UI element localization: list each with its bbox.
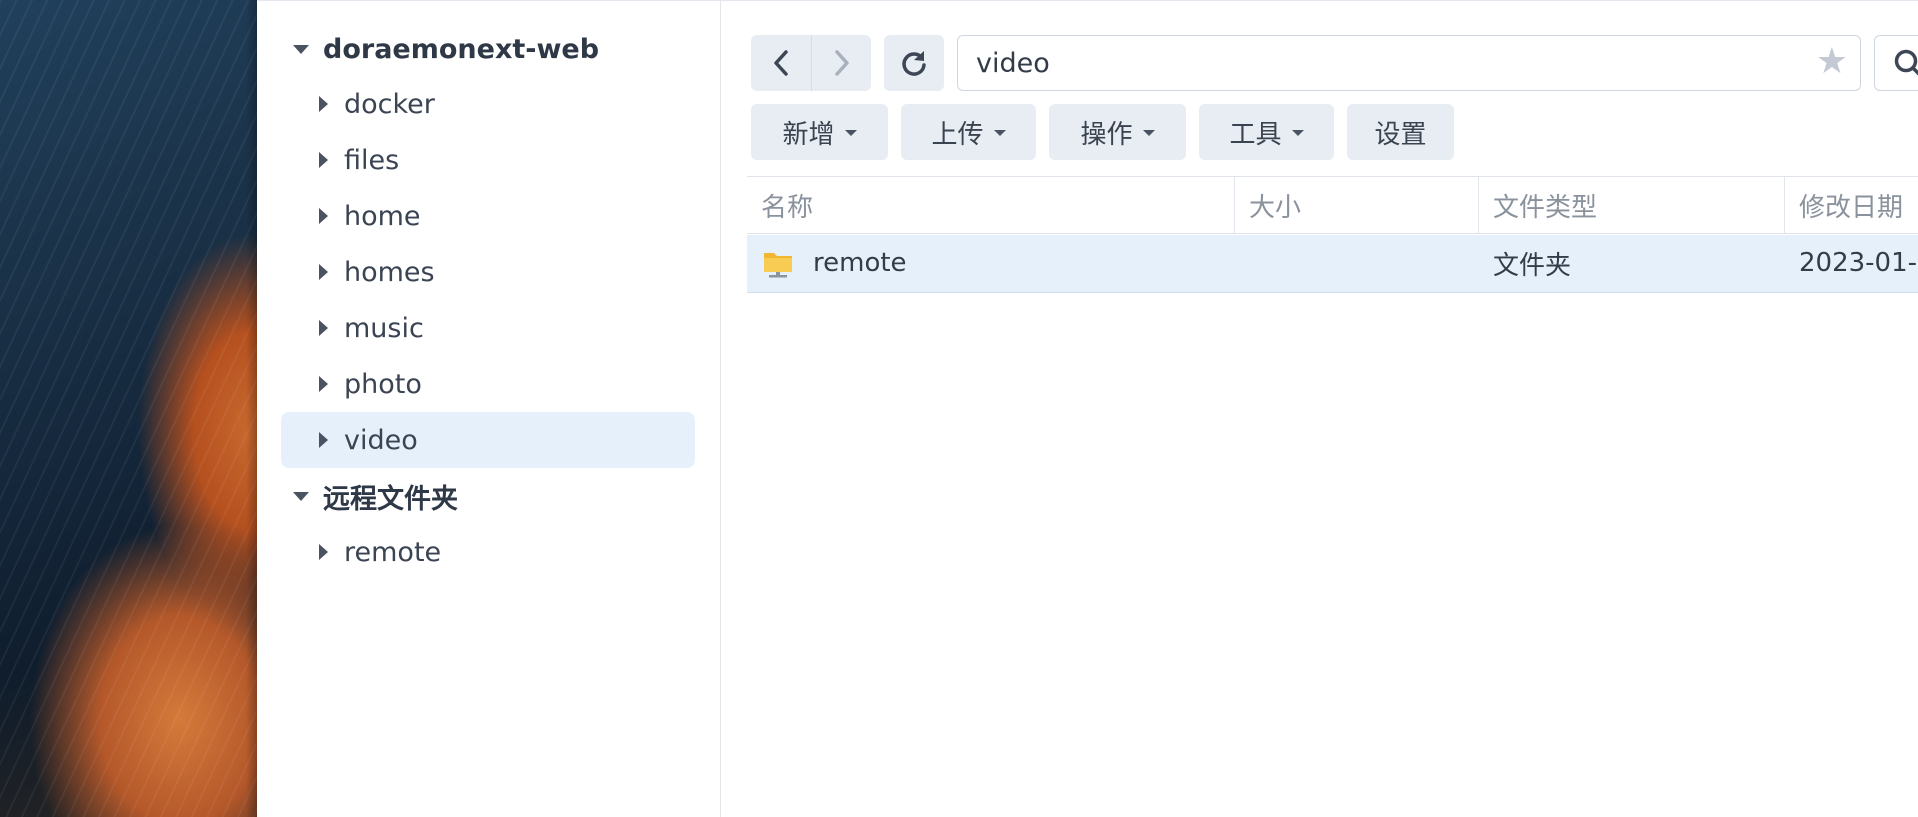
caret-right-icon[interactable] <box>319 264 328 280</box>
file-list-header: 名称 大小 文件类型 修改日期 <box>747 176 1918 234</box>
dropdown-caret-icon <box>1291 130 1304 136</box>
tree-item-homes[interactable]: homes <box>319 244 435 300</box>
tree-item-label: photo <box>344 368 422 400</box>
column-header-size[interactable]: 大小 <box>1235 177 1479 233</box>
tree-item-label: home <box>344 200 421 232</box>
column-header-type[interactable]: 文件类型 <box>1479 177 1785 233</box>
tree-group-label: 远程文件夹 <box>323 483 458 515</box>
tree-item-label: files <box>344 144 400 176</box>
file-type: 文件夹 <box>1493 250 1572 281</box>
tree-item-music[interactable]: music <box>319 300 424 356</box>
tree-item-label: video <box>344 424 418 456</box>
search-icon <box>1894 49 1918 76</box>
create-label: 新增 <box>782 119 835 150</box>
file-station-window: doraemonext-web docker files home homes … <box>257 0 1918 817</box>
caret-down-icon[interactable] <box>293 44 309 54</box>
upload-label: 上传 <box>931 119 984 150</box>
column-label: 修改日期 <box>1799 192 1904 223</box>
history-nav-group <box>751 35 871 91</box>
tools-button[interactable]: 工具 <box>1199 104 1334 160</box>
column-label: 名称 <box>761 192 814 223</box>
folder-tree-sidebar: doraemonext-web docker files home homes … <box>257 1 721 817</box>
path-value: video <box>976 47 1050 79</box>
file-type-cell: 文件夹 <box>1493 235 1571 291</box>
dropdown-caret-icon <box>1142 130 1155 136</box>
caret-right-icon[interactable] <box>319 320 328 336</box>
tree-item-photo[interactable]: photo <box>319 356 422 412</box>
caret-right-icon[interactable] <box>319 544 328 560</box>
action-label: 操作 <box>1080 119 1133 150</box>
main-panel: video ★ 新增 上传 操作 工具 设置 名称 大小 文件类型 修改日期 r… <box>722 1 1918 817</box>
caret-right-icon[interactable] <box>319 432 328 448</box>
window-shadow <box>246 0 257 817</box>
refresh-button[interactable] <box>884 35 944 91</box>
table-row[interactable]: remote 文件夹 2023-01- <box>747 235 1918 293</box>
caret-down-icon[interactable] <box>293 491 309 501</box>
column-label: 大小 <box>1249 192 1302 223</box>
tree-item-files[interactable]: files <box>319 132 399 188</box>
create-button[interactable]: 新增 <box>751 104 888 160</box>
tree-item-label: homes <box>344 256 435 288</box>
star-icon[interactable]: ★ <box>1816 44 1848 80</box>
desktop-wallpaper <box>0 0 257 817</box>
caret-right-icon[interactable] <box>319 152 328 168</box>
remote-folder-icon <box>764 253 792 278</box>
tree-item-home[interactable]: home <box>319 188 421 244</box>
column-header-name[interactable]: 名称 <box>747 177 1235 233</box>
file-name: remote <box>813 248 907 278</box>
tree-item-label: remote <box>344 536 442 568</box>
column-label: 文件类型 <box>1493 192 1598 223</box>
back-button[interactable] <box>751 35 811 91</box>
settings-label: 设置 <box>1374 119 1427 150</box>
tools-label: 工具 <box>1229 119 1282 150</box>
caret-right-icon[interactable] <box>319 376 328 392</box>
tree-item-docker[interactable]: docker <box>319 76 435 132</box>
dropdown-caret-icon <box>844 130 857 136</box>
file-name-cell: remote <box>763 235 907 291</box>
chevron-left-icon <box>774 50 788 76</box>
tree-group-remote-folders[interactable]: 远程文件夹 <box>293 468 458 524</box>
upload-button[interactable]: 上传 <box>901 104 1036 160</box>
tree-root-label: doraemonext-web <box>323 33 600 65</box>
settings-button[interactable]: 设置 <box>1347 104 1454 160</box>
caret-right-icon[interactable] <box>319 208 328 224</box>
column-header-modified[interactable]: 修改日期 <box>1785 177 1918 233</box>
refresh-icon <box>902 51 926 76</box>
caret-right-icon[interactable] <box>319 96 328 112</box>
tree-item-label: docker <box>344 88 435 120</box>
forward-button[interactable] <box>811 35 871 91</box>
file-modified: 2023-01- <box>1799 248 1918 278</box>
tree-item-video[interactable]: video <box>281 412 695 468</box>
tree-root-doraemonext-web[interactable]: doraemonext-web <box>293 21 599 77</box>
action-button[interactable]: 操作 <box>1049 104 1186 160</box>
path-input[interactable]: video ★ <box>957 35 1861 91</box>
search-button[interactable] <box>1874 35 1918 91</box>
tree-item-label: music <box>344 312 424 344</box>
file-modified-cell: 2023-01- <box>1799 235 1917 291</box>
chevron-right-icon <box>834 50 849 76</box>
tree-item-remote[interactable]: remote <box>319 524 441 580</box>
dropdown-caret-icon <box>993 130 1006 136</box>
